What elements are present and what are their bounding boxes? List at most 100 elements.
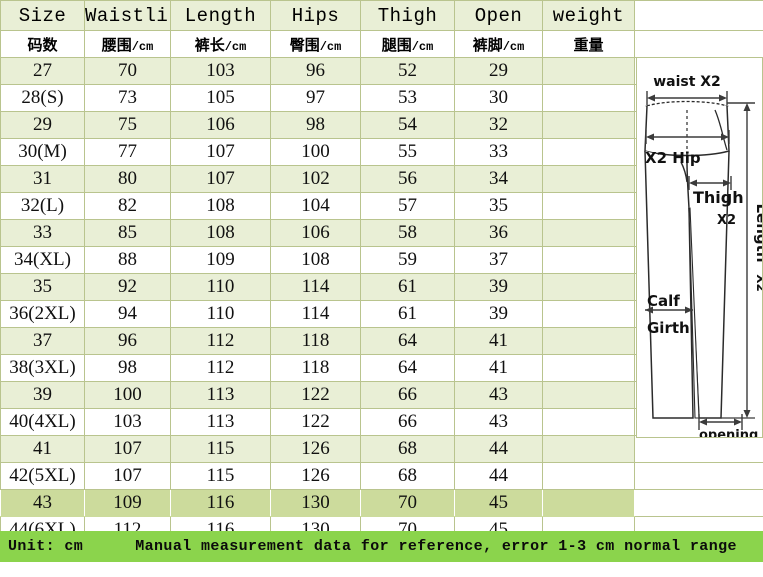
cell-weight [542,273,635,301]
cell-hips: 114 [270,300,361,328]
cell-weight [542,192,635,220]
header-cn-unit: /cm [319,39,342,54]
cell-hips: 106 [270,219,361,247]
pants-measurement-diagram: waist X2 X2 Hip Thigh X2 Calf Girth Leng… [636,57,763,438]
column-header-spacer [634,0,763,31]
cell-weight [542,327,635,355]
cell-hips: 102 [270,165,361,193]
cell-open: 43 [454,408,543,436]
cell-size: 28(S) [0,84,85,112]
column-header-size: Size [0,0,85,31]
cell-length: 115 [170,462,271,490]
cell-length: 113 [170,408,271,436]
cell-open: 39 [454,300,543,328]
cell-weight [542,219,635,247]
column-header-cn-thigh: 腿围/cm [360,30,455,58]
column-header-cn-length: 裤长/cm [170,30,271,58]
column-header-waistline: Waistline [84,0,171,31]
cell-waistline: 73 [84,84,171,112]
cell-size: 32(L) [0,192,85,220]
cell-waistline: 96 [84,327,171,355]
cell-thigh: 64 [360,327,455,355]
header-cn-text: 裤长 [194,35,225,54]
cell-open: 45 [454,489,543,517]
header-cn-text: 臀围 [289,35,320,54]
cell-waistline: 80 [84,165,171,193]
header-cn-unit: /cm [131,39,154,54]
cell-waistline: 77 [84,138,171,166]
diagram-label-thigh-x2: X2 [717,213,736,228]
diagram-label-opening: opening X2 [699,428,763,438]
cell-waistline: 100 [84,381,171,409]
diagram-label-waist: waist X2 [653,74,721,90]
header-cn-text: 裤脚 [472,35,503,54]
cell-thigh: 52 [360,57,455,85]
cell-weight [542,300,635,328]
cell-open: 41 [454,354,543,382]
cell-open: 30 [454,84,543,112]
cell-weight [542,354,635,382]
footer-bottom-strip [0,562,763,577]
cell-waistline: 75 [84,111,171,139]
measurement-note: Manual measurement data for reference, e… [135,538,737,555]
cell-weight [542,165,635,193]
cell-size: 39 [0,381,85,409]
cell-waistline: 85 [84,219,171,247]
cell-thigh: 64 [360,354,455,382]
column-header-length: Length [170,0,271,31]
cell-length: 109 [170,246,271,274]
cell-weight [542,381,635,409]
cell-spacer [634,489,763,517]
column-header-cn-spacer [634,30,763,58]
cell-open: 44 [454,462,543,490]
cell-size: 34(XL) [0,246,85,274]
cell-thigh: 61 [360,273,455,301]
header-row-cn: 码数 腰围/cm 裤长/cm 臀围/cm 腿围/cm 裤脚/cm 重量 [0,30,763,58]
column-header-cn-weight: 重量 [542,30,635,58]
table-row: 43 109 116 130 70 45 [0,489,763,517]
cell-hips: 126 [270,435,361,463]
cell-open: 36 [454,219,543,247]
cell-thigh: 68 [360,435,455,463]
cell-weight [542,435,635,463]
cell-size: 40(4XL) [0,408,85,436]
cell-thigh: 55 [360,138,455,166]
diagram-label-calf: Calf [647,292,680,310]
cell-thigh: 58 [360,219,455,247]
cell-length: 115 [170,435,271,463]
cell-open: 35 [454,192,543,220]
cell-thigh: 66 [360,408,455,436]
cell-size: 30(M) [0,138,85,166]
cell-length: 108 [170,192,271,220]
cell-thigh: 54 [360,111,455,139]
cell-size: 41 [0,435,85,463]
cell-length: 107 [170,138,271,166]
cell-size: 27 [0,57,85,85]
cell-size: 35 [0,273,85,301]
cell-hips: 130 [270,489,361,517]
cell-open: 37 [454,246,543,274]
cell-waistline: 107 [84,462,171,490]
cell-waistline: 98 [84,354,171,382]
cell-length: 108 [170,219,271,247]
diagram-label-hip: X2 Hip [645,149,701,167]
column-header-cn-waistline: 腰围/cm [84,30,171,58]
cell-length: 106 [170,111,271,139]
cell-thigh: 66 [360,381,455,409]
cell-size: 36(2XL) [0,300,85,328]
column-header-cn-hips: 臀围/cm [270,30,361,58]
cell-weight [542,489,635,517]
header-cn-text: 腿围 [381,35,412,54]
header-cn-unit: /cm [411,39,434,54]
cell-waistline: 94 [84,300,171,328]
cell-thigh: 59 [360,246,455,274]
cell-size: 42(5XL) [0,462,85,490]
header-cn-unit: /cm [502,39,525,54]
cell-open: 32 [454,111,543,139]
cell-size: 37 [0,327,85,355]
table-row: 41 107 115 126 68 44 [0,435,763,463]
cell-hips: 98 [270,111,361,139]
cell-size: 38(3XL) [0,354,85,382]
cell-thigh: 61 [360,300,455,328]
cell-thigh: 56 [360,165,455,193]
